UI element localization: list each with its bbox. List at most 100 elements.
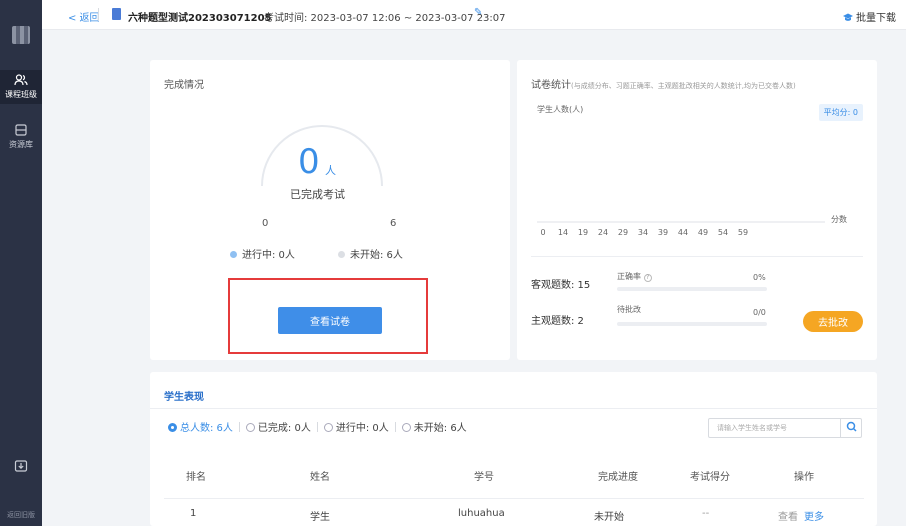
sidebar: 课程班级 资源库 返回旧版	[0, 0, 42, 526]
filter-not-started[interactable]: 未开始: 6人	[401, 423, 467, 434]
accuracy-label: 正确率 ?	[617, 271, 652, 282]
radio-icon	[245, 423, 255, 432]
column-score: 考试得分	[690, 472, 730, 483]
divider	[98, 8, 99, 21]
x-tick-label: 54	[718, 228, 728, 237]
not-started-count: 未开始: 6人	[350, 250, 403, 261]
archive-icon	[15, 124, 27, 136]
exam-title: 六种题型测试202303071205	[128, 13, 272, 24]
view-link[interactable]: 查看	[778, 508, 798, 523]
users-icon	[14, 74, 28, 86]
cell-progress: 未开始	[594, 512, 624, 523]
not-started-legend: 未开始: 6人	[338, 246, 403, 261]
sidebar-old-version-link[interactable]: 返回旧版	[0, 510, 42, 520]
completion-title: 完成情况	[164, 80, 204, 91]
filter-in-progress-label: 进行中: 0人	[335, 423, 389, 434]
student-performance-card: 学生表现 总人数: 6人已完成: 0人进行中: 0人未开始: 6人 排名 姓名 …	[150, 372, 877, 526]
pending-value: 0/0	[753, 308, 766, 317]
completion-gauge	[261, 125, 383, 187]
pending-bar	[617, 322, 767, 326]
search-button[interactable]	[840, 418, 862, 438]
completed-label: 已完成考试	[290, 188, 345, 201]
cell-rank: 1	[190, 508, 197, 519]
accuracy-bar	[617, 287, 767, 291]
graduation-cap-icon	[843, 13, 853, 21]
accuracy-label-text: 正确率	[617, 272, 641, 281]
help-icon[interactable]: ?	[643, 274, 652, 282]
filter-completed[interactable]: 已完成: 0人	[245, 423, 311, 434]
sidebar-item-label: 资源库	[9, 140, 33, 149]
x-tick-label: 49	[698, 228, 708, 237]
x-axis-unit: 分数	[831, 215, 847, 224]
column-actions: 操作	[794, 472, 814, 483]
x-tick-label: 19	[578, 228, 588, 237]
gauge-min: 0	[262, 218, 269, 229]
legend-dot	[230, 251, 237, 258]
column-progress: 完成进度	[598, 472, 638, 483]
filter-in-progress[interactable]: 进行中: 0人	[323, 423, 389, 434]
average-score-badge: 平均分: 0	[818, 104, 863, 121]
stats-title-text: 试卷统计	[531, 80, 571, 91]
cell-score: --	[702, 508, 710, 519]
radio-icon	[401, 423, 411, 432]
cell-student-id: luhuahua	[458, 508, 505, 519]
completed-unit: 人	[325, 164, 336, 177]
x-tick-label: 24	[598, 228, 608, 237]
top-bar: < 返回 六种题型测试202303071205 考试时间: 2023-03-07…	[42, 0, 906, 30]
x-tick-label: 59	[738, 228, 748, 237]
radio-icon	[168, 423, 177, 432]
sidebar-download-icon[interactable]	[0, 460, 42, 475]
divider	[150, 408, 877, 409]
filter-not-started-label: 未开始: 6人	[413, 423, 467, 434]
document-icon	[112, 8, 121, 20]
completed-count: 0	[298, 142, 320, 182]
x-tick-label: 29	[618, 228, 628, 237]
stats-card: 试卷统计(与成绩分布、习题正确率、主观题批改相关的人数统计,均为已交卷人数) 学…	[517, 60, 877, 360]
column-name: 姓名	[310, 472, 330, 483]
accuracy-value: 0%	[753, 273, 766, 282]
in-progress-legend: 进行中: 0人	[230, 246, 295, 261]
back-link[interactable]: < 返回	[68, 9, 100, 24]
edit-icon[interactable]: ✎	[474, 7, 482, 18]
x-tick-label: 34	[638, 228, 648, 237]
student-search-input[interactable]	[708, 418, 862, 438]
view-paper-button[interactable]: 查看试卷	[278, 307, 382, 334]
legend-dot	[338, 251, 345, 258]
pending-label: 待批改	[617, 305, 641, 314]
column-student-id: 学号	[474, 472, 494, 483]
more-link[interactable]: 更多	[804, 508, 824, 523]
search-icon	[846, 421, 857, 432]
filter-total-label: 总人数: 6人	[180, 423, 233, 434]
divider	[164, 498, 864, 499]
filter-total[interactable]: 总人数: 6人	[168, 423, 233, 434]
x-tick-label: 39	[658, 228, 668, 237]
download-icon	[14, 460, 28, 472]
stats-subtitle: (与成绩分布、习题正确率、主观题批改相关的人数统计,均为已交卷人数)	[571, 82, 796, 90]
score-distribution-chart: 0 14 19 24 29 34 39 44 49 54 59	[537, 221, 825, 237]
x-tick-label: 44	[678, 228, 688, 237]
in-progress-count: 进行中: 0人	[242, 250, 295, 261]
batch-download-label: 批量下载	[856, 13, 896, 24]
go-grade-button[interactable]: 去批改	[803, 311, 863, 332]
column-rank: 排名	[186, 472, 206, 483]
status-filter: 总人数: 6人 已完成: 0人 进行中: 0人 未开始: 6人	[168, 419, 467, 434]
logo	[12, 26, 30, 44]
stats-title: 试卷统计(与成绩分布、习题正确率、主观题批改相关的人数统计,均为已交卷人数)	[531, 76, 796, 91]
batch-download-button[interactable]: 批量下载	[843, 9, 896, 24]
divider	[531, 256, 863, 257]
sidebar-item-classes[interactable]: 课程班级	[0, 70, 42, 104]
x-tick-label: 0	[540, 228, 545, 237]
y-axis-label: 学生人数(人)	[537, 105, 584, 114]
subjective-count: 主观题数: 2	[531, 316, 584, 327]
sidebar-item-label: 课程班级	[5, 90, 37, 99]
objective-count: 客观题数: 15	[531, 280, 591, 291]
gauge-max: 6	[390, 218, 397, 229]
cell-name: 学生	[310, 512, 330, 523]
filter-completed-label: 已完成: 0人	[257, 423, 311, 434]
x-tick-label: 14	[558, 228, 568, 237]
student-performance-title: 学生表现	[164, 392, 204, 403]
completion-card: 完成情况 0 人 已完成考试 0 6 进行中: 0人 未开始: 6人 查看试卷	[150, 60, 510, 360]
sidebar-item-resources[interactable]: 资源库	[0, 120, 42, 154]
radio-icon	[323, 423, 333, 432]
exam-time: 考试时间: 2023-03-07 12:06 ~ 2023-03-07 23:0…	[264, 13, 506, 24]
